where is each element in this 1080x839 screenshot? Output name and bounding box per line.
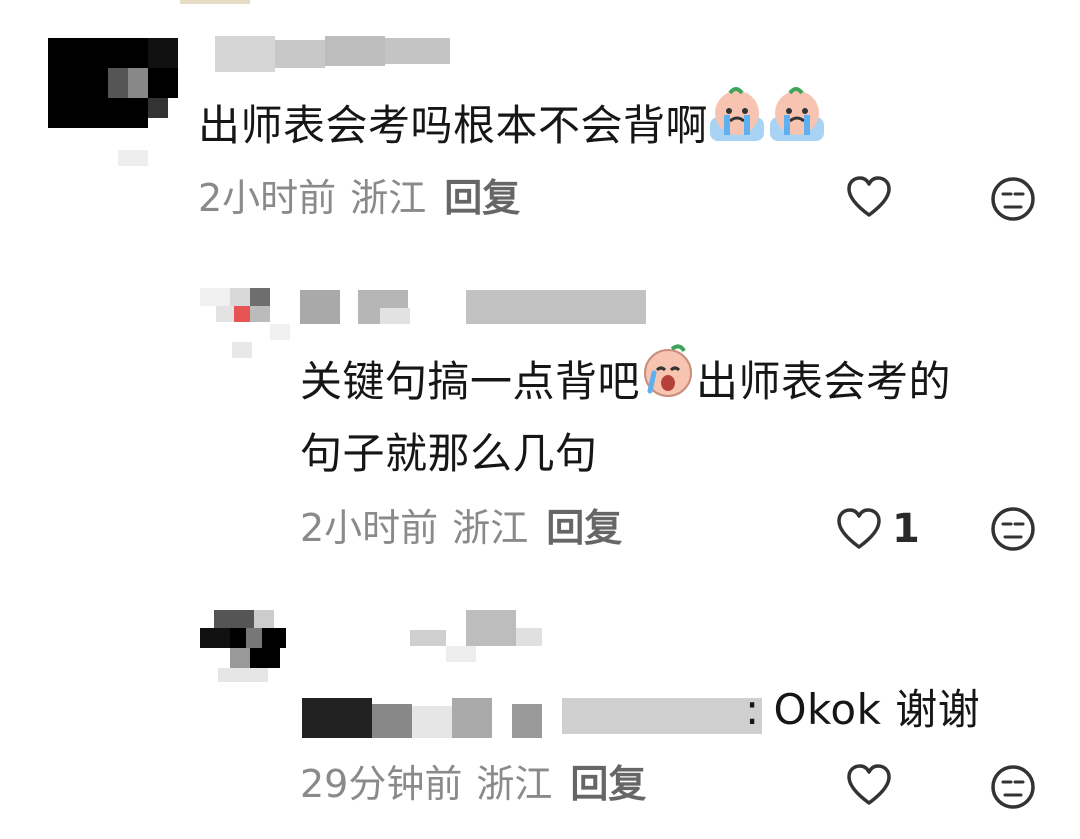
avatar[interactable] <box>200 288 290 358</box>
comment-body: : Okok 谢谢 <box>745 685 981 734</box>
dislike-button[interactable] <box>990 764 1036 810</box>
comment-text: 出师表会考吗根本不会背啊 <box>198 86 828 163</box>
neutral-face-icon <box>991 177 1035 221</box>
neutral-face-icon <box>991 765 1035 809</box>
like-count: 1 <box>892 506 920 552</box>
heart-outline-icon <box>837 508 881 549</box>
comment-time: 2小时前 <box>300 506 439 550</box>
comment-location: 浙江 <box>350 176 427 220</box>
reply-button[interactable]: 回复 <box>546 506 622 550</box>
heart-outline-icon <box>847 176 891 217</box>
comment-time: 2小时前 <box>198 176 337 220</box>
comment-body: 出师表会考吗根本不会背啊 <box>198 101 709 150</box>
comment-location: 浙江 <box>476 762 553 806</box>
comment-body-line1b: 出师表会考的 <box>696 357 952 406</box>
comment-meta: 29分钟前 浙江 回复 <box>300 760 646 808</box>
crying-emoji-icon <box>708 86 828 163</box>
like-button[interactable] <box>846 764 892 806</box>
like-button[interactable] <box>846 176 892 218</box>
top-cut-image <box>180 0 250 4</box>
username-blurred[interactable] <box>300 290 646 324</box>
heart-outline-icon <box>847 764 891 805</box>
crying-face-emoji-icon <box>640 343 696 419</box>
avatar[interactable] <box>48 38 178 166</box>
mention-blurred[interactable] <box>302 690 762 738</box>
comment-location: 浙江 <box>452 506 529 550</box>
dislike-button[interactable] <box>990 506 1036 552</box>
comment-time: 29分钟前 <box>300 762 463 806</box>
reply-button[interactable]: 回复 <box>444 176 520 220</box>
comment-meta: 2小时前 浙江 回复 <box>300 504 622 552</box>
comment-text: 关键句搞一点背吧 出师表会考的 <box>300 343 952 419</box>
like-button[interactable]: 1 <box>836 506 920 552</box>
username-blurred[interactable] <box>215 36 450 72</box>
reply-button[interactable]: 回复 <box>570 762 646 806</box>
dislike-button[interactable] <box>990 176 1036 222</box>
comment-meta: 2小时前 浙江 回复 <box>198 174 520 222</box>
comment-body-line1: 关键句搞一点背吧 <box>300 357 641 406</box>
neutral-face-icon <box>991 507 1035 551</box>
comment-body-line2: 句子就那么几句 <box>300 429 598 478</box>
avatar[interactable] <box>200 610 290 682</box>
username-blurred[interactable] <box>410 610 560 664</box>
